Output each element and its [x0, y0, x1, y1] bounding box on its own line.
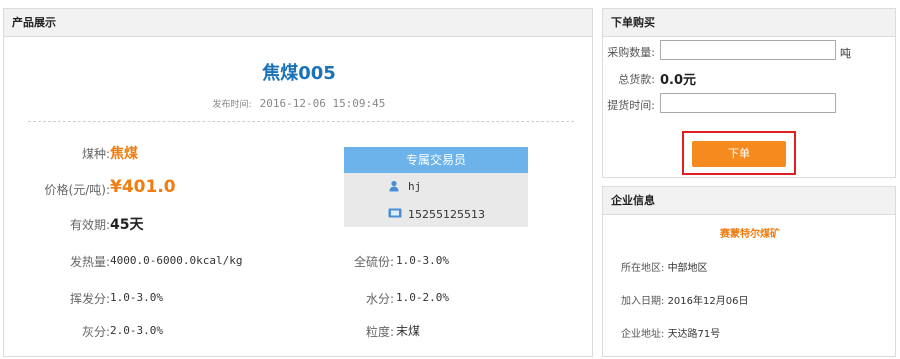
- submit-order-button[interactable]: 下单: [692, 141, 786, 167]
- grain-value: 末煤: [396, 324, 421, 338]
- join-date-value: 2016年12月06日: [667, 296, 749, 307]
- publish-time-value: 2016-12-06 15:09:45: [259, 97, 386, 110]
- join-date-label: 加入日期:: [621, 296, 665, 307]
- heat-label: 发热量:: [69, 255, 110, 269]
- address-value: 天达路71号: [667, 329, 721, 340]
- region-label: 所在地区:: [621, 263, 665, 274]
- region-row: 所在地区: 中部地区: [621, 259, 708, 274]
- company-panel-title: 企业信息: [603, 187, 895, 215]
- pickup-time-label: 提货时间:: [607, 99, 655, 112]
- moisture-label: 水分:: [365, 292, 394, 306]
- publish-time-label: 发布时间:: [212, 100, 252, 110]
- publish-time-line: 发布时间: 2016-12-06 15:09:45: [4, 97, 594, 110]
- join-date-row: 加入日期: 2016年12月06日: [621, 292, 748, 307]
- valid-label: 有效期:: [69, 218, 110, 232]
- divider: [28, 121, 574, 122]
- pickup-time-input[interactable]: [660, 93, 836, 113]
- volatile-value: 1.0-3.0%: [110, 291, 163, 304]
- grain-label: 粒度:: [365, 325, 394, 339]
- quantity-unit: 吨: [840, 47, 851, 60]
- coal-type-value: 焦煤: [110, 146, 138, 162]
- order-panel-title: 下单购买: [603, 9, 895, 37]
- agent-card-title: 专属交易员: [344, 147, 528, 173]
- ash-label: 灰分:: [81, 325, 110, 339]
- product-panel-title: 产品展示: [4, 9, 592, 37]
- quantity-label: 采购数量:: [607, 46, 655, 59]
- agent-name: hj: [408, 180, 422, 193]
- address-label: 企业地址:: [621, 329, 665, 340]
- region-value: 中部地区: [667, 263, 708, 274]
- volatile-label: 挥发分:: [69, 292, 110, 306]
- quantity-input[interactable]: [660, 40, 836, 60]
- heat-value: 4000.0-6000.0kcal/kg: [110, 254, 243, 267]
- total-label: 总货款:: [618, 73, 655, 86]
- agent-phone: 15255125513: [408, 208, 485, 221]
- coal-type-label: 煤种:: [81, 147, 110, 161]
- sulfur-label: 全硫份:: [353, 255, 394, 269]
- ash-value: 2.0-3.0%: [110, 324, 163, 337]
- company-panel: 企业信息 赛蒙特尔煤矿 所在地区: 中部地区 加入日期: 2016年12月06日…: [602, 186, 896, 357]
- product-panel: 产品展示 焦煤005 发布时间: 2016-12-06 15:09:45 煤种: …: [3, 8, 593, 357]
- valid-value: 45天: [110, 217, 144, 233]
- agent-card: 专属交易员 hj 15255125513: [344, 147, 528, 227]
- sulfur-value: 1.0-3.0%: [396, 254, 449, 267]
- address-row: 企业地址: 天达路71号: [621, 325, 720, 340]
- product-name: 焦煤005: [262, 63, 336, 84]
- order-panel: 下单购买 采购数量: 吨 总货款: 0.0元 提货时间: 下单: [602, 8, 896, 178]
- submit-highlight: 下单: [682, 131, 796, 175]
- moisture-value: 1.0-2.0%: [396, 291, 449, 304]
- company-name[interactable]: 赛蒙特尔煤矿: [603, 225, 897, 240]
- phone-icon: [388, 208, 402, 218]
- user-icon: [389, 180, 399, 192]
- total-value: 0.0元: [660, 73, 697, 88]
- price-value: ¥401.0: [110, 177, 176, 197]
- price-label: 价格(元/吨):: [44, 183, 110, 197]
